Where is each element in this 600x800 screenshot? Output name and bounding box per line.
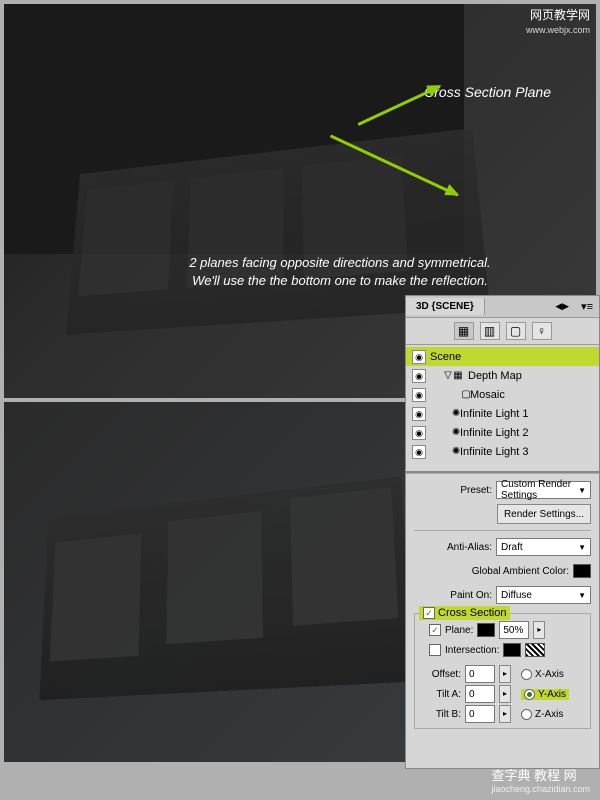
tilt-a-input[interactable]: 0 (465, 685, 495, 703)
tree-mosaic-label: Mosaic (470, 389, 593, 401)
visibility-toggle[interactable]: ◉ (412, 388, 426, 402)
plane-checkbox[interactable] (429, 624, 441, 636)
tree-light1-label: Infinite Light 1 (460, 408, 593, 420)
preset-value: Custom Render Settings (501, 479, 578, 501)
anti-alias-value: Draft (501, 542, 523, 553)
tree-depth-map-label: Depth Map (468, 370, 593, 382)
radio-icon (524, 689, 535, 700)
tree-light2-label: Infinite Light 2 (460, 427, 593, 439)
caption-line1: 2 planes facing opposite directions and … (189, 255, 490, 270)
caption-line2: We'll use the the bottom one to make the… (192, 273, 488, 288)
visibility-toggle[interactable]: ◉ (412, 350, 426, 364)
scene-tree: ◉ Scene ◉ ▽ ▦ Depth Map ◉ ▢ Mosaic ◉ ✺ I… (406, 345, 599, 473)
z-axis-radio[interactable]: Z-Axis (521, 709, 563, 720)
paint-on-select[interactable]: Diffuse ▼ (496, 586, 591, 604)
global-ambient-label: Global Ambient Color: (414, 566, 569, 577)
light-icon: ✺ (430, 427, 456, 439)
dropdown-icon: ▼ (578, 543, 586, 552)
cross-section-label: Cross Section (438, 607, 506, 619)
watermark-top-url: www.webjx.com (526, 25, 590, 35)
preset-select[interactable]: Custom Render Settings▼ (496, 481, 591, 499)
flyout-icon[interactable]: ▸ (533, 621, 545, 639)
panel-tabs: 3D {SCENE} ◀▶ ▾≡ (406, 296, 599, 318)
watermark-bottom-url: jiaocheng.chazidian.com (491, 784, 590, 794)
flyout-icon[interactable]: ▸ (499, 685, 511, 703)
tab-3d-scene[interactable]: 3D {SCENE} (406, 298, 485, 315)
annotation-cross-section: Cross Section Plane (424, 84, 551, 100)
scene-panel: 3D {SCENE} ◀▶ ▾≡ ▦ ▥ ▢ ♀ ◉ Scene ◉ ▽ ▦ D… (405, 295, 600, 769)
plane-label: Plane: (445, 625, 473, 636)
tab-collapse-icon[interactable]: ◀▶ (549, 301, 575, 312)
caption-text: 2 planes facing opposite directions and … (124, 254, 556, 290)
dropdown-icon: ▼ (578, 486, 586, 495)
offset-input[interactable]: 0 (465, 665, 495, 683)
tree-scene[interactable]: ◉ Scene (406, 347, 599, 366)
visibility-toggle[interactable]: ◉ (412, 369, 426, 383)
watermark-top-text: 网页教学网 (530, 8, 590, 22)
tilt-b-label: Tilt B: (419, 709, 461, 720)
y-axis-radio[interactable]: Y-Axis (521, 689, 569, 700)
intersection-color-swatch[interactable] (503, 643, 521, 657)
y-axis-label: Y-Axis (538, 689, 566, 700)
z-axis-label: Z-Axis (535, 709, 563, 720)
letters-3d-bottom (39, 476, 413, 700)
paint-on-value: Diffuse (501, 590, 532, 601)
tab-menu-icon[interactable]: ▾≡ (575, 300, 599, 313)
intersection-checkbox[interactable] (429, 644, 441, 656)
tree-light3[interactable]: ◉ ✺ Infinite Light 3 (406, 442, 599, 461)
filter-mesh-icon[interactable]: ▥ (480, 322, 500, 340)
tree-light1[interactable]: ◉ ✺ Infinite Light 1 (406, 404, 599, 423)
watermark-bottom-text: 查字典 教程 网 (491, 768, 576, 783)
tree-depth-map[interactable]: ◉ ▽ ▦ Depth Map (406, 366, 599, 385)
visibility-toggle[interactable]: ◉ (412, 426, 426, 440)
x-axis-label: X-Axis (535, 669, 564, 680)
tree-light2[interactable]: ◉ ✺ Infinite Light 2 (406, 423, 599, 442)
filter-materials-icon[interactable]: ▢ (506, 322, 526, 340)
light-icon: ✺ (430, 408, 456, 420)
anti-alias-select[interactable]: Draft ▼ (496, 538, 591, 556)
intersection-label: Intersection: (445, 645, 499, 656)
radio-icon (521, 669, 532, 680)
plane-opacity-input[interactable]: 50% (499, 621, 529, 639)
visibility-toggle[interactable]: ◉ (412, 445, 426, 459)
render-settings-button[interactable]: Render Settings... (497, 504, 591, 524)
global-ambient-swatch[interactable] (573, 564, 591, 578)
visibility-toggle[interactable]: ◉ (412, 407, 426, 421)
flip-icon[interactable] (525, 643, 545, 657)
tilt-b-input[interactable]: 0 (465, 705, 495, 723)
paint-on-label: Paint On: (414, 590, 492, 601)
preset-label: Preset: (414, 485, 492, 496)
filter-lights-icon[interactable]: ♀ (532, 322, 552, 340)
dropdown-icon: ▼ (578, 591, 586, 600)
checkbox-icon (423, 607, 435, 619)
mesh-icon: ▦ (452, 370, 464, 382)
cross-section-checkbox[interactable]: Cross Section (419, 606, 510, 620)
tree-mosaic[interactable]: ◉ ▢ Mosaic (406, 385, 599, 404)
material-icon: ▢ (430, 389, 466, 401)
flyout-icon[interactable]: ▸ (499, 665, 511, 683)
anti-alias-label: Anti-Alias: (414, 542, 492, 553)
x-axis-radio[interactable]: X-Axis (521, 669, 564, 680)
panel-toolbar: ▦ ▥ ▢ ♀ (406, 318, 599, 345)
cross-section-group: Cross Section Plane: 50% ▸ Intersection:… (414, 613, 591, 729)
filter-scene-icon[interactable]: ▦ (454, 322, 474, 340)
tree-light3-label: Infinite Light 3 (460, 446, 593, 458)
radio-icon (521, 709, 532, 720)
light-icon: ✺ (430, 446, 456, 458)
offset-label: Offset: (419, 669, 461, 680)
expand-icon[interactable]: ▽ (430, 370, 448, 382)
panel-options: Preset: Custom Render Settings▼ Render S… (406, 473, 599, 733)
watermark-bottom: 查字典 教程 网 jiaocheng.chazidian.com (491, 765, 590, 794)
tilt-a-label: Tilt A: (419, 689, 461, 700)
plane-color-swatch[interactable] (477, 623, 495, 637)
flyout-icon[interactable]: ▸ (499, 705, 511, 723)
watermark-top: 网页教学网 www.webjx.com (526, 6, 590, 35)
tree-scene-label: Scene (430, 351, 593, 363)
